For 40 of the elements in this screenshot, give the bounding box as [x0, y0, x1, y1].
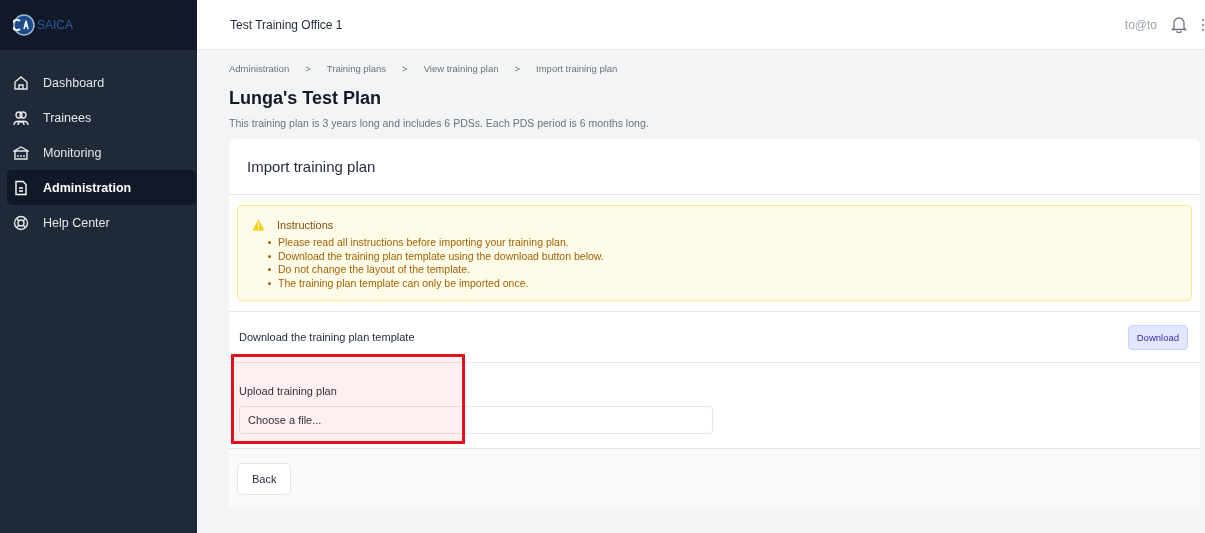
logo-text: SAICA	[37, 18, 73, 32]
people-icon	[13, 109, 29, 126]
home-icon	[13, 74, 29, 91]
breadcrumb-separator: >	[514, 63, 521, 74]
card-title: Import training plan	[247, 158, 376, 175]
office-name: Test Training Office 1	[230, 17, 343, 32]
warning-icon	[252, 219, 265, 231]
sidebar-item[interactable]: Help Center	[7, 205, 196, 240]
download-button[interactable]: Download	[1127, 324, 1188, 350]
bullet-icon	[268, 268, 271, 272]
instruction-text: The training plan template can only be imported once.	[278, 276, 529, 290]
instruction-text: Do not change the layout of the template.	[278, 263, 471, 277]
bell-icon[interactable]	[1171, 16, 1187, 33]
page-title: Lunga's Test Plan	[229, 88, 382, 109]
instruction-text: Download the training plan template using the download button below.	[278, 249, 604, 263]
instructions-title: Instructions	[277, 219, 334, 231]
breadcrumb-link[interactable]: View training plan	[423, 63, 499, 74]
page-description: This training plan is 3 years long and includes 6 PDSs. Each PDS period is 6 months long.	[229, 117, 650, 129]
breadcrumb-link[interactable]: Administration	[229, 63, 290, 74]
instruction-text: Please read all instructions before importing your training plan.	[278, 236, 569, 250]
bullet-icon	[268, 281, 271, 285]
bullet-icon	[268, 254, 271, 258]
sidebar-item[interactable]: Administration	[7, 170, 196, 205]
breadcrumb-separator: >	[402, 63, 408, 74]
breadcrumb-link[interactable]: Import training plan	[536, 63, 618, 74]
building-icon	[13, 144, 29, 161]
more-icon[interactable]	[1201, 17, 1205, 32]
sidebar-item[interactable]: Dashboard	[7, 65, 196, 100]
upload-label: Upload training plan	[239, 385, 338, 397]
sidebar-item[interactable]: Trainees	[7, 100, 196, 135]
bullet-icon	[268, 241, 271, 245]
breadcrumb-separator: >	[305, 63, 311, 74]
logo-icon	[13, 14, 35, 36]
sidebar-item[interactable]: Monitoring	[7, 135, 196, 170]
file-input-field[interactable]: Choose a file...	[239, 406, 713, 434]
document-icon	[13, 179, 29, 196]
lifebuoy-icon	[13, 214, 29, 231]
back-button[interactable]: Back	[237, 463, 292, 495]
download-label: Download the training plan template	[239, 331, 415, 343]
breadcrumb-link[interactable]: Training plans	[326, 63, 387, 74]
